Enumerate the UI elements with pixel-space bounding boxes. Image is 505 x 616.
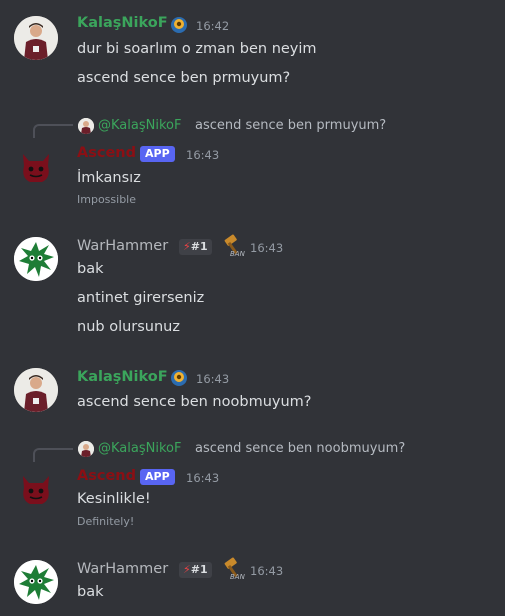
- person-avatar-icon: [14, 368, 58, 412]
- reply-connector: [33, 124, 73, 138]
- devil-avatar-icon: [23, 476, 49, 504]
- user-avatar[interactable]: [14, 144, 58, 188]
- message-text: nub olursunuz: [77, 319, 180, 335]
- message-text: İmkansız: [77, 170, 141, 186]
- message-text: Kesinlikle!: [77, 491, 151, 507]
- user-avatar[interactable]: [14, 466, 58, 510]
- reply-avatar[interactable]: [78, 441, 94, 457]
- user-avatar[interactable]: [14, 16, 58, 60]
- message-text: ascend sence ben prmuyum?: [77, 70, 291, 86]
- user-avatar[interactable]: [14, 560, 58, 604]
- app-badge: APP: [140, 469, 175, 485]
- ban-label: BAN: [230, 573, 245, 581]
- author-name[interactable]: KalaşNikoF: [77, 15, 168, 31]
- person-avatar-icon: [14, 16, 58, 60]
- message-timestamp: 16:43: [250, 241, 284, 255]
- message-timestamp: 16:42: [196, 19, 230, 33]
- rank-badge: ⚡#1: [179, 239, 212, 255]
- ring-badge-icon[interactable]: [170, 369, 188, 391]
- message-text: antinet girerseniz: [77, 290, 205, 306]
- reply-preview-text[interactable]: ascend sence ben prmuyum?: [195, 118, 386, 133]
- message-subtext: Impossible: [77, 193, 136, 206]
- user-avatar[interactable]: [14, 237, 58, 281]
- message-text: bak: [77, 261, 104, 277]
- rank-label: #1: [190, 563, 208, 576]
- author-name[interactable]: Ascend: [77, 145, 136, 161]
- author-name[interactable]: Ascend: [77, 468, 136, 484]
- message-text: bak: [77, 584, 104, 600]
- person-avatar-icon: [78, 441, 94, 457]
- app-badge: APP: [140, 146, 175, 162]
- ban-hammer-icon: [222, 557, 248, 587]
- ring-badge-icon[interactable]: [170, 16, 188, 38]
- author-name[interactable]: KalaşNikoF: [77, 369, 168, 385]
- devil-avatar-icon: [23, 154, 49, 182]
- author-name[interactable]: WarHammer: [77, 238, 168, 254]
- person-avatar-icon: [78, 118, 94, 134]
- message-timestamp: 16:43: [196, 372, 230, 386]
- rank-badge: ⚡#1: [179, 562, 212, 578]
- message-timestamp: 16:43: [186, 148, 220, 162]
- green-ball-avatar-icon: [14, 237, 58, 281]
- reply-avatar[interactable]: [78, 118, 94, 134]
- reply-preview-text[interactable]: ascend sence ben noobmuyum?: [195, 441, 405, 456]
- message-text: dur bi soarlım o zman ben neyim: [77, 41, 317, 57]
- ban-label: BAN: [230, 250, 245, 258]
- message-text: ascend sence ben noobmuyum?: [77, 394, 312, 410]
- message-timestamp: 16:43: [186, 471, 220, 485]
- ban-hammer-icon: [222, 234, 248, 264]
- lightning-icon: ⚡: [183, 563, 191, 576]
- author-name[interactable]: WarHammer: [77, 561, 168, 577]
- rank-label: #1: [190, 240, 208, 253]
- lightning-icon: ⚡: [183, 240, 191, 253]
- reply-connector: [33, 448, 73, 462]
- reply-mention[interactable]: @KalaşNikoF: [98, 118, 181, 133]
- reply-mention[interactable]: @KalaşNikoF: [98, 441, 181, 456]
- message-subtext: Definitely!: [77, 515, 135, 528]
- user-avatar[interactable]: [14, 368, 58, 412]
- message-timestamp: 16:43: [250, 564, 284, 578]
- green-ball-avatar-icon: [14, 560, 58, 604]
